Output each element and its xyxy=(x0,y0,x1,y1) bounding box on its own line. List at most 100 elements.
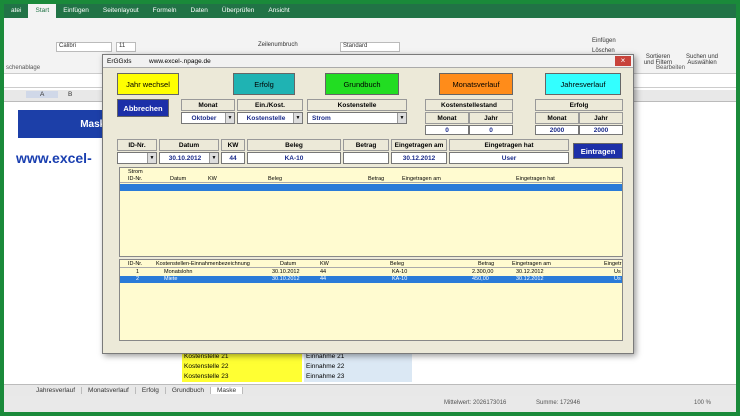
chevron-down-icon[interactable]: ▼ xyxy=(209,153,218,163)
list-header: ID-Nr. xyxy=(128,261,143,267)
abbrechen-button[interactable]: Abbrechen xyxy=(117,99,169,117)
list-item[interactable] xyxy=(120,184,622,191)
sheet-tab-bar: Jahresverlauf Monatsverlauf Erfolg Grund… xyxy=(4,384,736,396)
kw-value: 44 xyxy=(221,152,245,164)
insert-cells-button[interactable]: Einfügen xyxy=(592,38,616,44)
dialog-url: www.excel-.npage.de xyxy=(149,58,211,65)
einnahme-cell[interactable]: Einnahme 23 xyxy=(304,372,412,382)
beleg-label: Beleg xyxy=(247,139,341,151)
datum-label: Datum xyxy=(159,139,219,151)
list-header: Eingetr xyxy=(604,261,622,267)
erfolg-jahr-value: 2000 xyxy=(579,125,623,135)
monatsverlauf-button[interactable]: Monatsverlauf xyxy=(439,73,513,95)
excel-window: atei Start Einfügen Seitenlayout Formeln… xyxy=(4,4,736,412)
list-header-row: ID-Nr. Datum KW Beleg Betrag Eingetragen… xyxy=(120,176,622,183)
chevron-down-icon[interactable]: ▼ xyxy=(225,113,234,123)
tab-view[interactable]: Ansicht xyxy=(261,4,296,18)
kostenstelle-label: Kostenstelle xyxy=(307,99,407,111)
list-header: Eingetragen am xyxy=(402,176,441,182)
eintragen-button[interactable]: Eintragen xyxy=(573,143,623,159)
sheet-tab-erfolg[interactable]: Erfolg xyxy=(136,387,166,394)
maske-banner: Maske xyxy=(18,110,113,138)
betrag-input[interactable] xyxy=(343,152,389,164)
status-sum: Summe: 172946 xyxy=(536,400,581,406)
userform-dialog: ErGGxls www.excel-.npage.de × Jahr wechs… xyxy=(102,54,634,354)
erfolg-monat-value: 2000 xyxy=(535,125,579,135)
list-group-row: Strom xyxy=(120,169,622,176)
zoom-level[interactable]: 100 % xyxy=(694,400,711,406)
kstand-jahr-value: 0 xyxy=(469,125,513,135)
tab-data[interactable]: Daten xyxy=(184,4,215,18)
row-betrag: 450,00 xyxy=(472,276,489,282)
id-label: ID-Nr. xyxy=(117,139,157,151)
website-text: www.excel- xyxy=(16,150,92,166)
sheet-tab-jahresverlauf[interactable]: Jahresverlauf xyxy=(30,387,83,394)
edit-group-label: Bearbeiten xyxy=(656,65,686,71)
list-header: Beleg xyxy=(268,176,283,182)
chevron-down-icon[interactable]: ▼ xyxy=(397,113,406,123)
row-hat: Us xyxy=(614,276,621,282)
tab-review[interactable]: Überprüfen xyxy=(215,4,262,18)
eingetragen-am-label: Eingetragen am xyxy=(391,139,447,151)
beleg-input[interactable]: KA-10 xyxy=(247,152,341,164)
number-format-select[interactable]: Standard xyxy=(340,42,400,52)
id-select[interactable]: ▼ xyxy=(117,152,157,164)
ribbon-tab-bar: atei Start Einfügen Seitenlayout Formeln… xyxy=(4,4,736,18)
row-datum: 30.10.2012 xyxy=(272,269,300,275)
tab-file[interactable]: atei xyxy=(4,4,28,18)
monat-select[interactable]: Oktober ▼ xyxy=(181,112,235,124)
list-header: Datum xyxy=(280,261,297,267)
list-header: Datum xyxy=(170,176,187,182)
sheet-tab-grundbuch[interactable]: Grundbuch xyxy=(166,387,212,394)
chevron-down-icon[interactable]: ▼ xyxy=(293,113,302,123)
column-header-a[interactable]: A xyxy=(26,91,59,98)
sheet-tab-maske[interactable]: Maske xyxy=(211,387,244,394)
kostenstelle-cell[interactable]: Kostenstelle 23 xyxy=(182,372,302,382)
kw-label: KW xyxy=(221,139,245,151)
erfolg-monat-label: Monat xyxy=(535,112,579,124)
jahr-wechsel-button[interactable]: Jahr wechsel xyxy=(117,73,179,95)
status-bar: Mittelwert: 2026173016 Summe: 172946 100… xyxy=(4,396,736,412)
row-hat: Us xyxy=(614,269,621,275)
chevron-down-icon[interactable]: ▼ xyxy=(147,153,156,163)
list-group-label: Strom xyxy=(128,169,143,175)
erfolg-button[interactable]: Erfolg xyxy=(233,73,295,95)
row-am: 30.12.2012 xyxy=(516,276,544,282)
monat-value: Oktober xyxy=(191,114,217,122)
close-icon[interactable]: × xyxy=(615,56,631,66)
column-header-b[interactable]: B xyxy=(68,91,72,98)
row-betrag: 2.300,00 xyxy=(472,269,494,275)
eingetragen-hat-label: Eingetragen hat xyxy=(449,139,569,151)
sheet-tab-monatsverlauf[interactable]: Monatsverlauf xyxy=(82,387,136,394)
table-row[interactable]: 2 Miete 30.10.2012 44 KA-10 450,00 30.12… xyxy=(120,276,622,283)
list-header: Beleg xyxy=(390,261,405,267)
row-name: Miete xyxy=(164,276,178,282)
einkost-select[interactable]: Kostenstelle ▼ xyxy=(237,112,303,124)
kstand-monat-value: 0 xyxy=(425,125,469,135)
jahresverlauf-button[interactable]: Jahresverlauf xyxy=(545,73,621,95)
font-size-select[interactable]: 11 xyxy=(116,42,136,52)
row-kw: 44 xyxy=(320,276,327,282)
entries-list[interactable]: Strom ID-Nr. Datum KW Beleg Betrag Einge… xyxy=(119,167,623,257)
tab-page-layout[interactable]: Seitenlayout xyxy=(96,4,146,18)
grundbuch-button[interactable]: Grundbuch xyxy=(325,73,399,95)
kostenstelle-select[interactable]: Strom ▼ xyxy=(307,112,407,124)
tab-insert[interactable]: Einfügen xyxy=(56,4,96,18)
table-row[interactable]: 1 Monatslohn 30.10.2012 44 KA-10 2.300,0… xyxy=(120,269,622,276)
einkost-value: Kostenstelle xyxy=(246,114,286,122)
kostenstellen-list[interactable]: ID-Nr. Kostenstellen-Einnahmenbezeichnun… xyxy=(119,259,623,341)
find-select-button[interactable]: Suchen und Auswählen xyxy=(680,54,724,66)
eingetragen-am-value: 30.12.2012 xyxy=(391,152,447,164)
font-name-select[interactable]: Calibri xyxy=(56,42,112,52)
kostenstelle-value: Strom xyxy=(312,114,331,122)
dialog-titlebar: ErGGxls www.excel-.npage.de × xyxy=(103,55,633,68)
datum-select[interactable]: 30.10.2012 ▼ xyxy=(159,152,219,164)
tab-start[interactable]: Start xyxy=(28,4,57,18)
kstand-monat-label: Monat xyxy=(425,112,469,124)
einnahme-cell[interactable]: Einnahme 22 xyxy=(304,362,412,372)
tab-formulas[interactable]: Formeln xyxy=(146,4,184,18)
wrap-text-button[interactable]: Zeilenumbruch xyxy=(258,42,298,48)
list-header: KW xyxy=(208,176,217,182)
kostenstelle-cell[interactable]: Kostenstelle 22 xyxy=(182,362,302,372)
erfolg-label: Erfolg xyxy=(535,99,623,111)
